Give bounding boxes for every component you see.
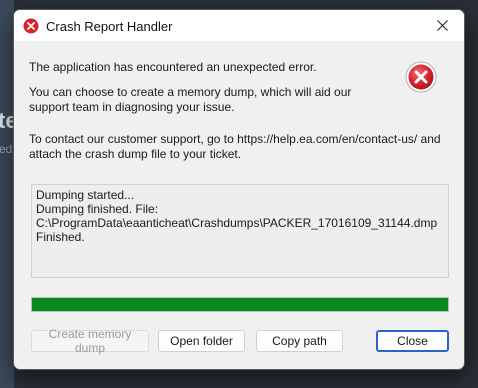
dialog-content: The application has encountered an unexp… [14, 41, 464, 369]
close-window-button[interactable] [420, 10, 464, 41]
create-memory-dump-button[interactable]: Create memory dump [31, 327, 149, 355]
dump-log[interactable]: Dumping started... Dumping finished. Fil… [31, 184, 449, 278]
error-icon [23, 18, 39, 34]
memory-dump-message: You can choose to create a memory dump, … [29, 85, 352, 114]
close-icon [436, 20, 448, 31]
error-icon-large [405, 61, 437, 93]
support-message: To contact our customer support, go to h… [29, 132, 441, 161]
background-text-small: ed [0, 142, 13, 156]
crash-report-dialog: Crash Report Handler The application has… [13, 9, 465, 370]
copy-path-button[interactable]: Copy path [256, 330, 343, 352]
error-message: The application has encountered an unexp… [29, 60, 317, 74]
dump-progress-bar [31, 297, 449, 312]
window-title: Crash Report Handler [46, 19, 173, 34]
close-button[interactable]: Close [376, 330, 449, 352]
open-folder-button[interactable]: Open folder [158, 330, 245, 352]
progress-fill [32, 298, 448, 311]
title-bar: Crash Report Handler [14, 10, 464, 41]
background-app: te ed [0, 0, 18, 388]
